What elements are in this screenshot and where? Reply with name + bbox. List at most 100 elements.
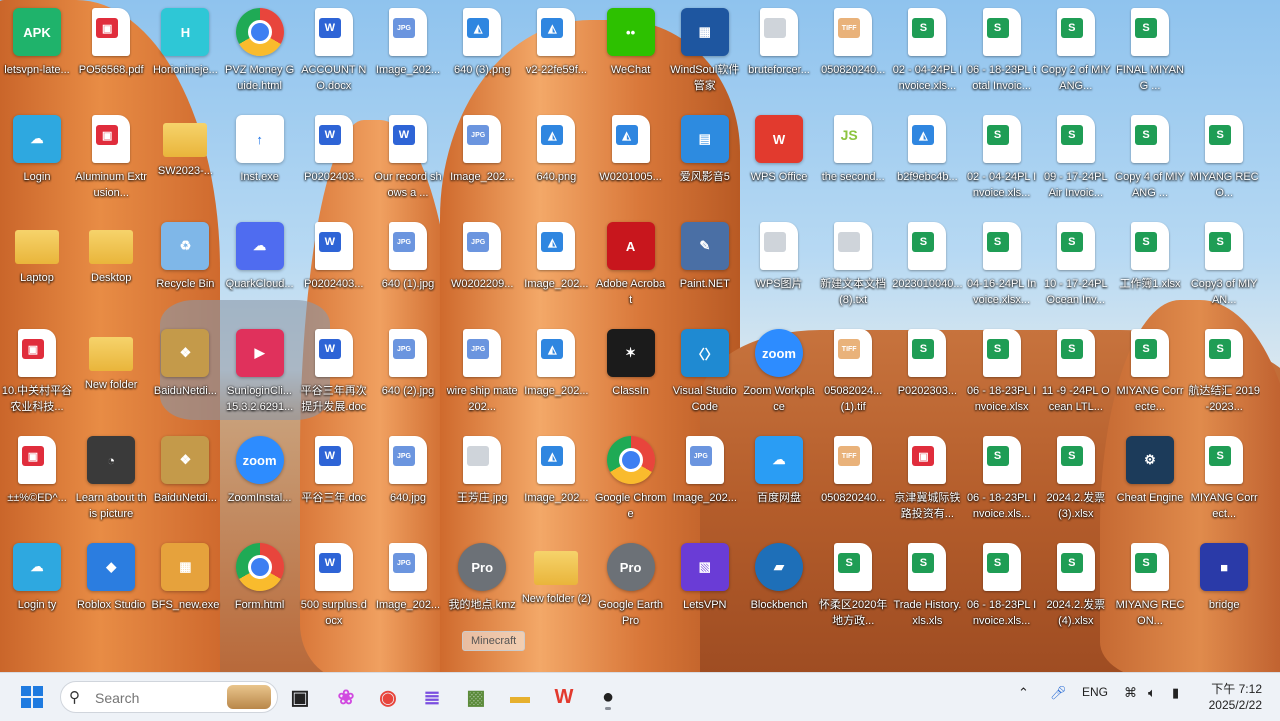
desktop-icon[interactable]: W 平谷三年再次提升发展.doc (298, 323, 370, 427)
desktop-icon[interactable]: bruteforcer... (743, 2, 815, 106)
desktop-icon[interactable]: WPS图片 (743, 216, 815, 320)
desktop-icon[interactable]: JPG W0202209... (446, 216, 518, 320)
desktop-icon[interactable]: JPG Image_202... (372, 2, 444, 106)
desktop-icon[interactable]: S 怀柔区2020年地方政... (817, 537, 889, 641)
desktop-icon[interactable]: zoom ZoomInstal... (224, 430, 296, 534)
desktop-icon[interactable]: JPG 640.jpg (372, 430, 444, 534)
desktop-icon[interactable]: PVZ Money Guide.html (224, 2, 296, 106)
desktop-icon[interactable]: S 2024.2.发票 (3).xlsx (1040, 430, 1112, 534)
desktop-icon[interactable]: ▶ SunloginCli... 15.3.2.6291... (224, 323, 296, 427)
desktop-icon[interactable]: 王芳庄.jpg (446, 430, 518, 534)
desktop-icon[interactable]: ◭ Image_202... (520, 430, 592, 534)
desktop-icon[interactable]: ✶ ClassIn (595, 323, 667, 427)
desktop-icon[interactable]: JPG wire ship mate 202... (446, 323, 518, 427)
taskbar-task-view-button[interactable]: ▣ (284, 681, 316, 713)
desktop-icon[interactable]: S Copy 4 of MIYANG ... (1114, 109, 1186, 213)
desktop-icon[interactable]: S 06 - 18-23PL Invoice.xls... (966, 537, 1038, 641)
desktop-icon[interactable]: S 航达结汇 2019-2023... (1188, 323, 1260, 427)
desktop-icon[interactable]: TIFF 050820240... (817, 2, 889, 106)
desktop-icon[interactable]: APK letsvpn-late... (1, 2, 73, 106)
taskbar-minecraft-button[interactable]: ▩ (460, 681, 492, 713)
start-button[interactable] (16, 681, 48, 713)
desktop-icon[interactable]: W P0202403... (298, 216, 370, 320)
desktop-icon[interactable]: SW2023-... (149, 109, 221, 213)
desktop-icon[interactable]: Form.html (224, 537, 296, 641)
desktop-icon[interactable]: ↑ Inst.exe (224, 109, 296, 213)
desktop-icon[interactable]: ◭ W0201005... (595, 109, 667, 213)
desktop-icon[interactable]: ◔ Learn about this picture (75, 430, 147, 534)
desktop-icon[interactable]: W 平谷三年.doc (298, 430, 370, 534)
desktop-icon[interactable]: ▦ WindSoul软件管家 (669, 2, 741, 106)
desktop-icon[interactable]: ▣ Aluminum Extrusion... (75, 109, 147, 213)
desktop-icon[interactable]: S 10 - 17-24PL Ocean Inv... (1040, 216, 1112, 320)
desktop-icon[interactable]: ◭ Image_202... (520, 323, 592, 427)
desktop-icon[interactable]: S 02 - 04-24PL Invoice.xls... (966, 109, 1038, 213)
desktop-icon[interactable]: ⚙ Cheat Engine (1114, 430, 1186, 534)
desktop-icon[interactable]: ▧ LetsVPN (669, 537, 741, 641)
battery-icon[interactable]: ▮ (1172, 685, 1179, 701)
desktop-icon[interactable]: Laptop (1, 216, 73, 320)
desktop-icon[interactable]: S 09 - 17-24PL Air Invoic... (1040, 109, 1112, 213)
desktop-icon[interactable]: W P0202403... (298, 109, 370, 213)
desktop-icon[interactable]: TIFF 050820240... (817, 430, 889, 534)
desktop-icon[interactable]: JPG 640 (1).jpg (372, 216, 444, 320)
desktop-icon[interactable]: ▦ BFS_new.exe (149, 537, 221, 641)
desktop-icon[interactable]: W 500 surplus.docx (298, 537, 370, 641)
desktop-icon[interactable]: S 2024.2.发票 (4).xlsx (1040, 537, 1112, 641)
desktop-icon[interactable]: H Horionineje... (149, 2, 221, 106)
desktop-icon[interactable]: S P0202303... (891, 323, 963, 427)
desktop-icon[interactable]: ▰ Blockbench (743, 537, 815, 641)
desktop-icon[interactable]: ❖ BaiduNetdi... (149, 430, 221, 534)
wifi-icon[interactable]: ⌘ (1124, 685, 1137, 701)
microphone-icon[interactable]: 🎤︎ (1050, 685, 1067, 701)
desktop-icon[interactable]: S MIYANG Correct... (1188, 430, 1260, 534)
desktop-icon[interactable]: ◭ 640.png (520, 109, 592, 213)
desktop-icon[interactable]: JS the second... (817, 109, 889, 213)
taskbar-search-box[interactable]: ⚲ (60, 681, 278, 713)
taskbar-purple-app-button[interactable]: ≣ (416, 681, 448, 713)
desktop-icon[interactable]: New folder (75, 323, 147, 427)
desktop-icon[interactable]: S MIYANG RECON... (1114, 537, 1186, 641)
desktop-icon[interactable]: ▣ PO56568.pdf (75, 2, 147, 106)
desktop-icon[interactable]: Pro 我的地点.kmz (446, 537, 518, 641)
desktop-icon[interactable]: ♻ Recycle Bin (149, 216, 221, 320)
desktop-icon[interactable]: ☁ QuarkCloud... (224, 216, 296, 320)
desktop-icon[interactable]: •• WeChat (595, 2, 667, 106)
desktop-icon[interactable]: W WPS Office (743, 109, 815, 213)
desktop-icon[interactable]: S 06 - 18-23PL Invoice.xlsx (966, 323, 1038, 427)
desktop-icon[interactable]: zoom Zoom Workplace (743, 323, 815, 427)
desktop-icon[interactable]: S MIYANG Correcte... (1114, 323, 1186, 427)
desktop-icon[interactable]: Pro Google Earth Pro (595, 537, 667, 641)
desktop-icon[interactable]: S MIYANG RECO... (1188, 109, 1260, 213)
search-input[interactable] (93, 687, 217, 709)
desktop-icon[interactable]: S 02 - 04-24PL Invoice.xls... (891, 2, 963, 106)
taskbar-wps-office-button[interactable]: W (548, 681, 580, 713)
desktop-icon[interactable]: JPG 640 (2).jpg (372, 323, 444, 427)
desktop-icon[interactable]: S 06 - 18-23PL total Invoic... (966, 2, 1038, 106)
taskbar-chrome-button[interactable]: ◉ (372, 681, 404, 713)
desktop-icon[interactable]: S 04-16-24PL Invoice.xlsx... (966, 216, 1038, 320)
desktop-icon[interactable]: S Trade History.xls.xls (891, 537, 963, 641)
desktop-icon[interactable]: S FINAL MIYANG ... (1114, 2, 1186, 106)
desktop-icon[interactable]: ▣ 京津冀城际铁路投资有... (891, 430, 963, 534)
desktop-icon[interactable]: W ACCOUNT NO.docx (298, 2, 370, 106)
desktop-icon[interactable]: 新建文本文档 (8).txt (817, 216, 889, 320)
desktop-icon[interactable]: New folder (2) (520, 537, 592, 641)
taskbar-file-explorer-button[interactable]: ▬ (504, 681, 536, 713)
taskbar-obs-button[interactable]: ● (592, 681, 624, 713)
desktop-icon[interactable]: ✎ Paint.NET (669, 216, 741, 320)
desktop-icon[interactable]: S 06 - 18-23PL Invoice.xls... (966, 430, 1038, 534)
desktop-icon[interactable]: ▣ ±±%©ED^... (1, 430, 73, 534)
language-indicator[interactable]: ENG (1082, 685, 1108, 699)
desktop-icon[interactable]: S 11 -9 -24PL Ocean LTL... (1040, 323, 1112, 427)
desktop-icon[interactable]: ◭ b2f9ebc4b... (891, 109, 963, 213)
desktop-icon[interactable]: S Copy3 of MIYAN... (1188, 216, 1260, 320)
system-clock[interactable]: 下午 7:12 2025/2/22 (1209, 681, 1262, 713)
taskbar-copilot-button[interactable]: ❀ (330, 681, 362, 713)
desktop-icon[interactable]: ▤ 爱风影音5 (669, 109, 741, 213)
desktop-icon[interactable]: S Copy 2 of MIYANG... (1040, 2, 1112, 106)
desktop-icon[interactable]: S 2023010040... (891, 216, 963, 320)
desktop-icon[interactable]: ■ bridge (1188, 537, 1260, 641)
volume-icon[interactable]: 🔈︎ (1148, 685, 1156, 701)
desktop-icon[interactable]: S 工作簿1.xlsx (1114, 216, 1186, 320)
